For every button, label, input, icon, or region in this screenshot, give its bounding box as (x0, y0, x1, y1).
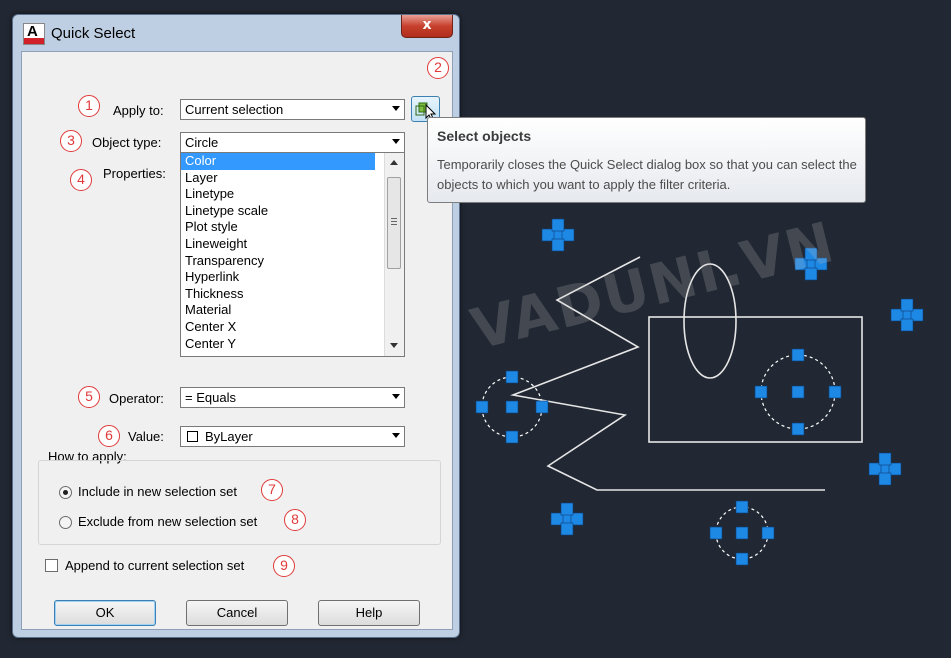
grip-square[interactable] (735, 500, 749, 514)
grip-square[interactable] (551, 218, 565, 232)
grip-square[interactable] (878, 472, 892, 486)
exclude-radio[interactable] (59, 516, 72, 529)
grip-square[interactable] (475, 400, 489, 414)
properties-list-item[interactable]: Material (181, 302, 375, 319)
object-type-dropdown[interactable]: Circle (180, 132, 405, 153)
callout-badge-5: 5 (78, 386, 100, 408)
rectangle-shape (648, 316, 863, 443)
grip-square[interactable] (754, 385, 768, 399)
properties-scrollbar[interactable] (384, 153, 404, 356)
properties-list-item[interactable]: Center X (181, 319, 375, 336)
grip-square[interactable] (791, 422, 805, 436)
cancel-button[interactable]: Cancel (186, 600, 288, 626)
close-icon[interactable]: x (401, 15, 453, 38)
grip-square[interactable] (900, 298, 914, 312)
grip-square[interactable] (709, 526, 723, 540)
grip-square[interactable] (505, 430, 519, 444)
dropdown-arrow-icon (392, 139, 400, 144)
callout-badge-3: 3 (60, 130, 82, 152)
properties-label: Properties: (103, 166, 166, 181)
scroll-thumb[interactable] (387, 177, 401, 269)
grip-square[interactable] (761, 526, 775, 540)
dropdown-arrow-icon (392, 106, 400, 111)
value-label: Value: (128, 429, 164, 444)
select-objects-tooltip: Select objects Temporarily closes the Qu… (427, 117, 866, 203)
title-bar[interactable]: A Quick Select x (13, 15, 459, 51)
dialog-title: Quick Select (51, 25, 136, 42)
apply-to-dropdown[interactable]: Current selection (180, 99, 405, 120)
value-value: ByLayer (205, 429, 253, 444)
properties-list-item[interactable]: Transparency (181, 253, 375, 270)
how-to-apply-group (38, 460, 441, 545)
properties-list-item[interactable]: Linetype scale (181, 203, 375, 220)
properties-items: Color Layer Linetype Linetype scale Plot sty… (181, 153, 404, 352)
grip-square[interactable] (505, 400, 519, 414)
object-type-label: Object type: (92, 135, 162, 150)
properties-listbox[interactable]: Color Layer Linetype Linetype scale Plot sty… (180, 152, 405, 357)
include-radio[interactable] (59, 486, 72, 499)
selected-circles (481, 354, 836, 560)
dropdown-arrow-icon (392, 394, 400, 399)
grip-square[interactable] (535, 400, 549, 414)
operator-dropdown[interactable]: = Equals (180, 387, 405, 408)
apply-to-label: Apply to: (113, 103, 164, 118)
grip-square[interactable] (551, 238, 565, 252)
exclude-label[interactable]: Exclude from new selection set (78, 514, 257, 529)
grip-square[interactable] (735, 552, 749, 566)
grip-square[interactable] (791, 385, 805, 399)
callout-badge-4: 4 (70, 169, 92, 191)
callout-badge-6: 6 (98, 425, 120, 447)
scroll-down-icon[interactable] (390, 343, 398, 348)
grip-square[interactable] (878, 452, 892, 466)
properties-list-item[interactable]: Thickness (181, 286, 375, 303)
operator-label: Operator: (109, 391, 164, 406)
grip-square[interactable] (560, 502, 574, 516)
app-logo-icon: A (23, 23, 45, 45)
properties-list-item[interactable]: Lineweight (181, 236, 375, 253)
append-checkbox[interactable] (45, 559, 58, 572)
properties-list-item[interactable]: Linetype (181, 186, 375, 203)
value-dropdown[interactable]: ByLayer (180, 426, 405, 447)
dropdown-arrow-icon (392, 433, 400, 438)
grip-square[interactable] (828, 385, 842, 399)
callout-badge-7: 7 (261, 479, 283, 501)
properties-list-item[interactable]: Center Y (181, 336, 375, 353)
help-button[interactable]: Help (318, 600, 420, 626)
object-type-value: Circle (185, 135, 219, 150)
grip-square[interactable] (735, 526, 749, 540)
grip-square[interactable] (560, 522, 574, 536)
callout-badge-2: 2 (427, 57, 449, 79)
callout-badge-9: 9 (273, 555, 295, 577)
operator-value: = Equals (185, 390, 236, 405)
quick-select-dialog: A Quick Select x 1 Apply to: Current sel… (12, 14, 460, 638)
tooltip-title: Select objects (437, 128, 532, 144)
ok-button[interactable]: OK (54, 600, 156, 626)
properties-list-item[interactable]: Color (181, 153, 375, 170)
properties-list-item[interactable]: Plot style (181, 219, 375, 236)
properties-list-item[interactable]: Hyperlink (181, 269, 375, 286)
include-label[interactable]: Include in new selection set (78, 484, 237, 499)
scroll-up-icon[interactable] (390, 160, 398, 165)
apply-to-value: Current selection (185, 102, 284, 117)
tooltip-description: Temporarily closes the Quick Select dial… (437, 157, 857, 192)
append-label[interactable]: Append to current selection set (65, 558, 244, 573)
grip-square[interactable] (505, 370, 519, 384)
dialog-body: 1 Apply to: Current selection 3 Object t… (21, 51, 453, 630)
grip-square[interactable] (900, 318, 914, 332)
grip-square[interactable] (791, 348, 805, 362)
callout-badge-8: 8 (284, 509, 306, 531)
callout-badge-1: 1 (78, 95, 100, 117)
color-swatch-icon (187, 431, 198, 442)
properties-list-item[interactable]: Layer (181, 170, 375, 187)
